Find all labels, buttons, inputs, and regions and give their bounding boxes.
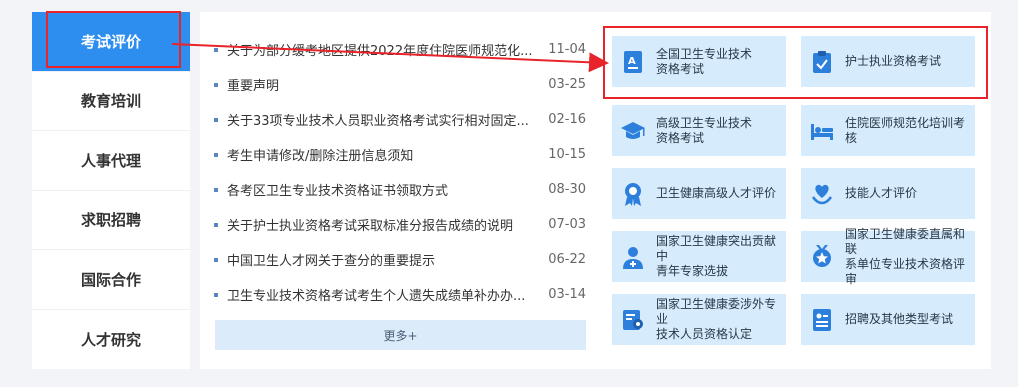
news-date: 11-04 [548,42,586,57]
news-item[interactable]: 关于护士执业资格考试采取标准分报告成绩的说明 07-03 [214,207,586,242]
news-date: 06-22 [548,252,586,267]
news-item[interactable]: 卫生专业技术资格考试考生个人遗失成绩单补办办... 03-14 [214,277,586,312]
news-item[interactable]: 各考区卫生专业技术资格证书领取方式 08-30 [214,172,586,207]
document-list-icon [807,305,837,335]
category-sidebar: 考试评价 教育培训 人事代理 求职招聘 国际合作 人才研究 [32,12,190,369]
sidebar-item-label: 人事代理 [80,151,141,170]
category-label: 护士执业资格考试 [845,54,942,68]
more-button[interactable]: 更多+ [215,320,586,350]
category-label: 高级卫生专业技术 资格考试 [656,115,753,145]
certificate-icon [618,305,648,335]
graduation-cap-icon [618,116,648,146]
news-list: 关于为部分缓考地区提供2022年度住院医师规范化... 11-04 重要声明 0… [214,32,586,312]
sidebar-item-label: 求职招聘 [80,211,141,230]
category-label: 住院医师规范化培训考核 [845,115,966,145]
category-label: 国家卫生健康突出贡献中 青年专家选拔 [656,234,777,278]
sidebar-item-international-cooperation[interactable]: 国际合作 [32,250,190,310]
news-item[interactable]: 考生申请修改/删除注册信息须知 10-15 [214,137,586,172]
news-title[interactable]: 关于为部分缓考地区提供2022年度住院医师规范化... [227,40,548,59]
news-item[interactable]: 关于33项专业技术人员职业资格考试实行相对固定... 02-16 [214,102,586,137]
news-title[interactable]: 关于护士执业资格考试采取标准分报告成绩的说明 [227,215,548,234]
bullet-icon [214,222,218,227]
doctor-icon [618,242,648,272]
category-card-recruitment-other-exams[interactable]: 招聘及其他类型考试 [801,294,975,345]
sidebar-item-exam-evaluation[interactable]: 考试评价 [32,12,190,72]
news-date: 07-03 [548,217,586,232]
category-label: 国家卫生健康委涉外专业 技术人员资格认定 [656,297,777,341]
sidebar-item-label: 国际合作 [80,270,141,289]
news-date: 03-14 [548,287,586,302]
category-label: 技能人才评价 [845,186,918,200]
category-card-young-expert-selection[interactable]: 国家卫生健康突出贡献中 青年专家选拔 [612,231,786,282]
sidebar-item-label: 考试评价 [80,32,141,51]
category-label: 全国卫生专业技术 资格考试 [656,46,753,76]
category-card-senior-talent-evaluation[interactable]: 卫生健康高级人才评价 [612,168,786,219]
news-item[interactable]: 中国卫生人才网关于查分的重要提示 06-22 [214,242,586,277]
category-label: 卫生健康高级人才评价 [656,186,777,200]
news-title[interactable]: 关于33项专业技术人员职业资格考试实行相对固定... [227,110,548,129]
news-date: 02-16 [548,112,586,127]
exam-paper-icon: A [618,47,648,77]
sidebar-item-education-training[interactable]: 教育培训 [32,71,190,131]
news-date: 03-25 [548,77,586,92]
sidebar-item-label: 人才研究 [80,330,141,349]
sidebar-item-label: 教育培训 [80,92,141,111]
heart-hands-icon [807,179,837,209]
category-card-foreign-tech-personnel-certification[interactable]: 国家卫生健康委涉外专业 技术人员资格认定 [612,294,786,345]
bullet-icon [214,117,218,122]
category-card-nurse-license-exam[interactable]: 护士执业资格考试 [801,36,975,87]
badge-star-icon [807,242,837,272]
sidebar-item-job-recruitment[interactable]: 求职招聘 [32,190,190,250]
news-title[interactable]: 各考区卫生专业技术资格证书领取方式 [227,180,548,199]
news-item[interactable]: 重要声明 03-25 [214,67,586,102]
bullet-icon [214,82,218,87]
news-item[interactable]: 关于为部分缓考地区提供2022年度住院医师规范化... 11-04 [214,32,586,67]
bullet-icon [214,152,218,157]
sidebar-item-talent-research[interactable]: 人才研究 [32,309,190,369]
news-date: 08-30 [548,182,586,197]
sidebar-item-personnel-agency[interactable]: 人事代理 [32,131,190,191]
category-card-senior-health-tech-exam[interactable]: 高级卫生专业技术 资格考试 [612,105,786,156]
news-title[interactable]: 卫生专业技术资格考试考生个人遗失成绩单补办办... [227,285,548,304]
hospital-bed-icon [807,116,837,146]
news-date: 10-15 [548,147,586,162]
news-title[interactable]: 考生申请修改/删除注册信息须知 [227,145,548,164]
bullet-icon [214,257,218,262]
svg-text:A: A [628,56,636,67]
news-title[interactable]: 中国卫生人才网关于查分的重要提示 [227,250,548,269]
category-card-skill-talent-evaluation[interactable]: 技能人才评价 [801,168,975,219]
category-card-resident-training-assessment[interactable]: 住院医师规范化培训考核 [801,105,975,156]
bullet-icon [214,187,218,192]
bullet-icon [214,292,218,297]
content-panel: 关于为部分缓考地区提供2022年度住院医师规范化... 11-04 重要声明 0… [200,12,991,369]
category-label: 国家卫生健康委直属和联 系单位专业技术资格评审 [845,226,966,286]
news-title[interactable]: 重要声明 [227,75,548,94]
category-label: 招聘及其他类型考试 [845,312,954,326]
clipboard-check-icon [807,47,837,77]
category-card-affiliated-unit-qualification-review[interactable]: 国家卫生健康委直属和联 系单位专业技术资格评审 [801,227,975,286]
bullet-icon [214,47,218,52]
award-medal-icon [618,179,648,209]
category-card-national-health-tech-exam[interactable]: A 全国卫生专业技术 资格考试 [612,36,786,87]
